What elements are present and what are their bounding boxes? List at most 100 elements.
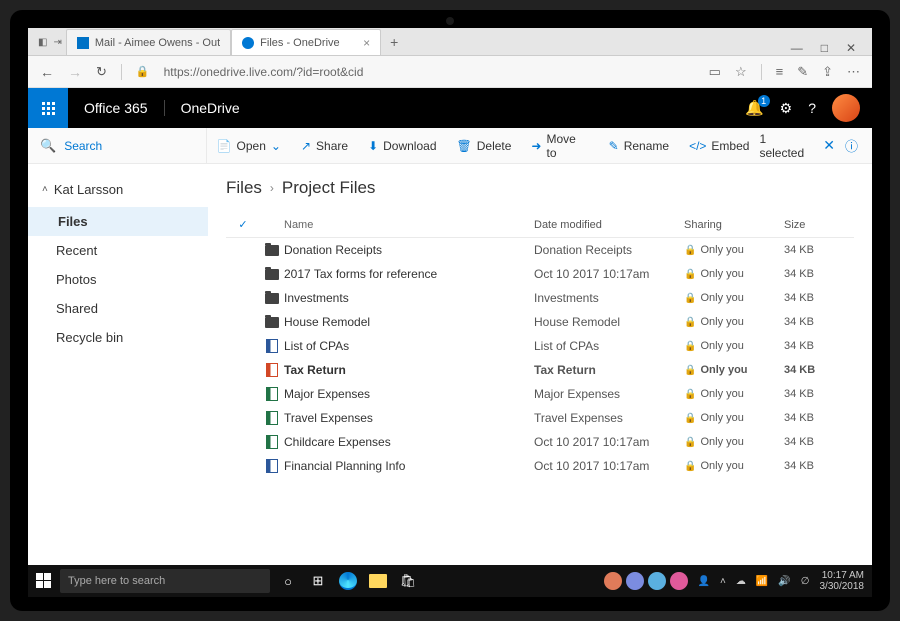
file-date: Investments	[534, 291, 684, 305]
lock-icon: 🔒	[684, 269, 696, 280]
file-name: Donation Receipts	[284, 243, 534, 257]
file-row[interactable]: Childcare ExpensesOct 10 2017 10:17am🔒 O…	[226, 430, 854, 454]
task-view-icon[interactable]: ⊞	[308, 571, 328, 591]
delete-button[interactable]: 🗑Delete	[447, 139, 522, 153]
close-window-button[interactable]: ✕	[846, 41, 856, 55]
column-sharing[interactable]: Sharing	[684, 219, 784, 231]
select-all-checkbox[interactable]: ✓	[238, 219, 247, 231]
file-size: 34 KB	[784, 436, 844, 448]
volume-tray-icon[interactable]: 🔊	[778, 576, 790, 587]
taskbar-search[interactable]: Type here to search	[60, 569, 270, 593]
help-button[interactable]: ?	[808, 100, 816, 116]
lock-icon[interactable]: 🔒	[136, 65, 150, 78]
forward-button[interactable]: →	[68, 64, 82, 80]
file-sharing: 🔒 Only you	[684, 388, 784, 400]
details-pane-button[interactable]: ⓘ	[845, 136, 858, 155]
store-taskbar-icon[interactable]: 🛍	[398, 571, 418, 591]
tab-action-icon[interactable]: ⇥	[53, 37, 61, 48]
notes-icon[interactable]: ✎	[797, 64, 808, 80]
people-bar[interactable]	[604, 572, 688, 590]
clear-selection-button[interactable]: ✕	[823, 137, 835, 154]
word-file-icon	[266, 339, 278, 353]
sidebar-item-recent[interactable]: Recent	[28, 236, 208, 265]
file-row[interactable]: House RemodelHouse Remodel🔒 Only you34 K…	[226, 310, 854, 334]
sidebar-item-recycle-bin[interactable]: Recycle bin	[28, 323, 208, 352]
pencil-icon: ✎	[609, 139, 619, 153]
suite-header: Office 365 OneDrive 🔔1 ⚙ ?	[28, 88, 872, 128]
column-date[interactable]: Date modified	[534, 219, 684, 231]
taskbar-clock[interactable]: 10:17 AM 3/30/2018	[820, 570, 865, 592]
lock-icon: 🔒	[684, 413, 696, 424]
file-row[interactable]: 2017 Tax forms for referenceOct 10 2017 …	[226, 262, 854, 286]
share-button[interactable]: ↗Share	[291, 139, 358, 153]
tab-action-icon[interactable]: ◧	[38, 37, 47, 48]
file-size: 34 KB	[784, 316, 844, 328]
share-icon[interactable]: ⇪	[822, 64, 833, 80]
close-tab-icon[interactable]: ×	[363, 36, 370, 50]
app-launcher-button[interactable]	[28, 88, 68, 128]
word-file-icon	[266, 459, 278, 473]
more-icon[interactable]: ⋯	[847, 64, 860, 80]
chevron-up-icon: ˄	[42, 184, 48, 195]
sidebar-item-photos[interactable]: Photos	[28, 265, 208, 294]
move-button[interactable]: ➜Move to	[521, 132, 598, 160]
file-row[interactable]: Financial Planning InfoOct 10 2017 10:17…	[226, 454, 854, 478]
user-toggle[interactable]: ˄ Kat Larsson	[28, 178, 208, 207]
ime-tray-icon[interactable]: ∅	[801, 576, 810, 587]
command-bar: 🔍 Search 📄Open⌄ ↗Share ⬇Download 🗑Delete…	[28, 128, 872, 164]
open-button[interactable]: 📄Open⌄	[207, 139, 291, 153]
waffle-icon	[42, 102, 55, 115]
file-row[interactable]: Donation ReceiptsDonation Receipts🔒 Only…	[226, 238, 854, 262]
people-icon[interactable]: 👤	[698, 576, 710, 587]
file-date: House Remodel	[534, 315, 684, 329]
search-input[interactable]: 🔍 Search	[28, 128, 207, 163]
sidebar-item-files[interactable]: Files	[28, 207, 208, 236]
minimize-button[interactable]: —	[791, 41, 803, 55]
download-button[interactable]: ⬇Download	[358, 139, 446, 153]
embed-button[interactable]: </>Embed	[679, 139, 759, 153]
browser-tab-mail[interactable]: Mail - Aimee Owens - Out	[66, 29, 231, 55]
back-button[interactable]: ←	[40, 64, 54, 80]
reading-view-icon[interactable]: ▭	[709, 64, 721, 80]
url-text[interactable]: https://onedrive.live.com/?id=root&cid	[164, 65, 695, 79]
new-tab-button[interactable]: +	[381, 29, 407, 55]
suite-brand[interactable]: Office 365	[68, 100, 164, 116]
cortana-icon[interactable]: ○	[278, 571, 298, 591]
browser-tab-onedrive[interactable]: Files - OneDrive ×	[231, 29, 381, 55]
file-date: List of CPAs	[534, 339, 684, 353]
sidebar-item-shared[interactable]: Shared	[28, 294, 208, 323]
settings-button[interactable]: ⚙	[780, 100, 793, 117]
tab-title: Files - OneDrive	[260, 37, 357, 49]
hub-icon[interactable]: ≡	[776, 64, 784, 79]
outlook-favicon-icon	[77, 37, 89, 49]
explorer-taskbar-icon[interactable]	[368, 571, 388, 591]
file-row[interactable]: Travel ExpensesTravel Expenses🔒 Only you…	[226, 406, 854, 430]
file-sharing: 🔒 Only you	[684, 268, 784, 280]
column-size[interactable]: Size	[784, 219, 844, 231]
onedrive-tray-icon[interactable]: ☁	[736, 576, 746, 587]
file-list: ✓ Name Date modified Sharing Size Donati…	[226, 212, 854, 478]
trash-icon: 🗑	[457, 139, 472, 153]
edge-taskbar-icon[interactable]	[338, 571, 358, 591]
refresh-button[interactable]: ↻	[96, 64, 107, 80]
tray-chevron-icon[interactable]: ˄	[720, 576, 726, 587]
file-sharing: 🔒 Only you	[684, 340, 784, 352]
breadcrumb-root[interactable]: Files	[226, 178, 262, 198]
share-icon: ↗	[301, 139, 311, 153]
start-button[interactable]	[36, 573, 52, 589]
user-avatar[interactable]	[832, 94, 860, 122]
file-row[interactable]: Tax ReturnTax Return🔒 Only you34 KB	[226, 358, 854, 382]
maximize-button[interactable]: □	[821, 41, 828, 55]
folder-icon	[265, 245, 279, 256]
network-tray-icon[interactable]: 📶	[756, 576, 768, 587]
rename-button[interactable]: ✎Rename	[599, 139, 679, 153]
column-name[interactable]: Name	[284, 219, 534, 231]
favorite-icon[interactable]: ☆	[735, 64, 747, 80]
file-row[interactable]: Major ExpensesMajor Expenses🔒 Only you34…	[226, 382, 854, 406]
file-row[interactable]: InvestmentsInvestments🔒 Only you34 KB	[226, 286, 854, 310]
lock-icon: 🔒	[684, 293, 696, 304]
file-date: Travel Expenses	[534, 411, 684, 425]
file-row[interactable]: List of CPAsList of CPAs🔒 Only you34 KB	[226, 334, 854, 358]
notifications-button[interactable]: 🔔1	[745, 99, 764, 117]
app-title[interactable]: OneDrive	[164, 100, 256, 116]
